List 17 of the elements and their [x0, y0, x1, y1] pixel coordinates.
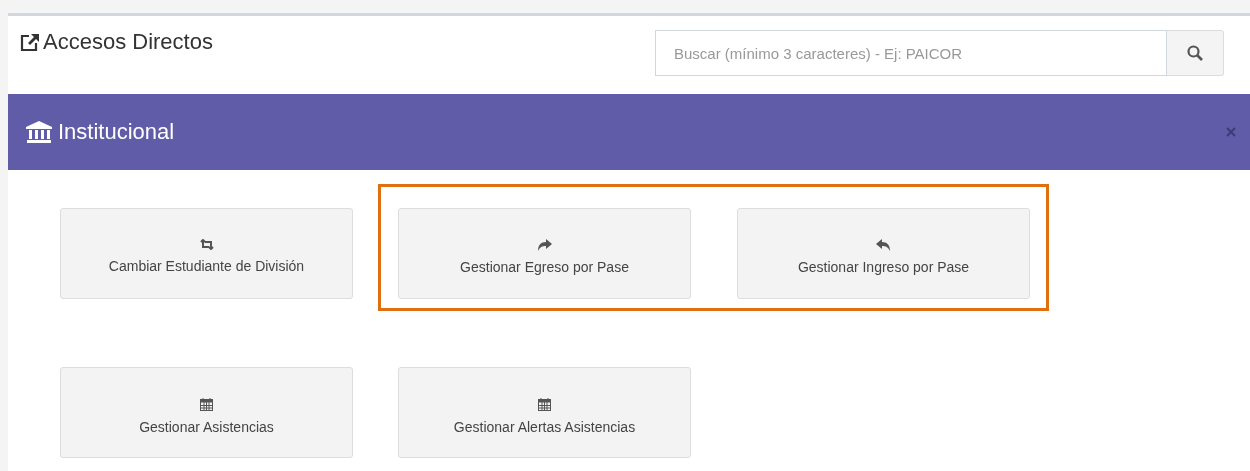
bank-icon — [26, 121, 52, 143]
reply-arrow-icon — [876, 238, 891, 251]
external-link-icon — [20, 32, 40, 52]
swap-arrows-icon — [199, 239, 214, 250]
calendar-icon — [200, 396, 213, 411]
search-field[interactable]: Buscar (mínimo 3 caracteres) - Ej: PAICOR — [655, 30, 1167, 76]
section-title: Institucional — [58, 119, 175, 145]
page-title: Accesos Directos — [43, 29, 213, 55]
search-button[interactable] — [1167, 30, 1224, 76]
calendar-icon — [538, 396, 551, 411]
shortcut-button[interactable]: Gestionar Egreso por Pase — [398, 208, 691, 299]
shortcut-button[interactable]: Cambiar Estudiante de División — [60, 208, 353, 299]
shortcut-button[interactable]: Gestionar Asistencias — [60, 367, 353, 458]
shortcut-button[interactable]: Gestionar Alertas Asistencias — [398, 367, 691, 458]
search-icon — [1187, 45, 1203, 61]
shortcut-button[interactable]: Gestionar Ingreso por Pase — [737, 208, 1030, 299]
share-arrow-icon — [537, 238, 552, 251]
